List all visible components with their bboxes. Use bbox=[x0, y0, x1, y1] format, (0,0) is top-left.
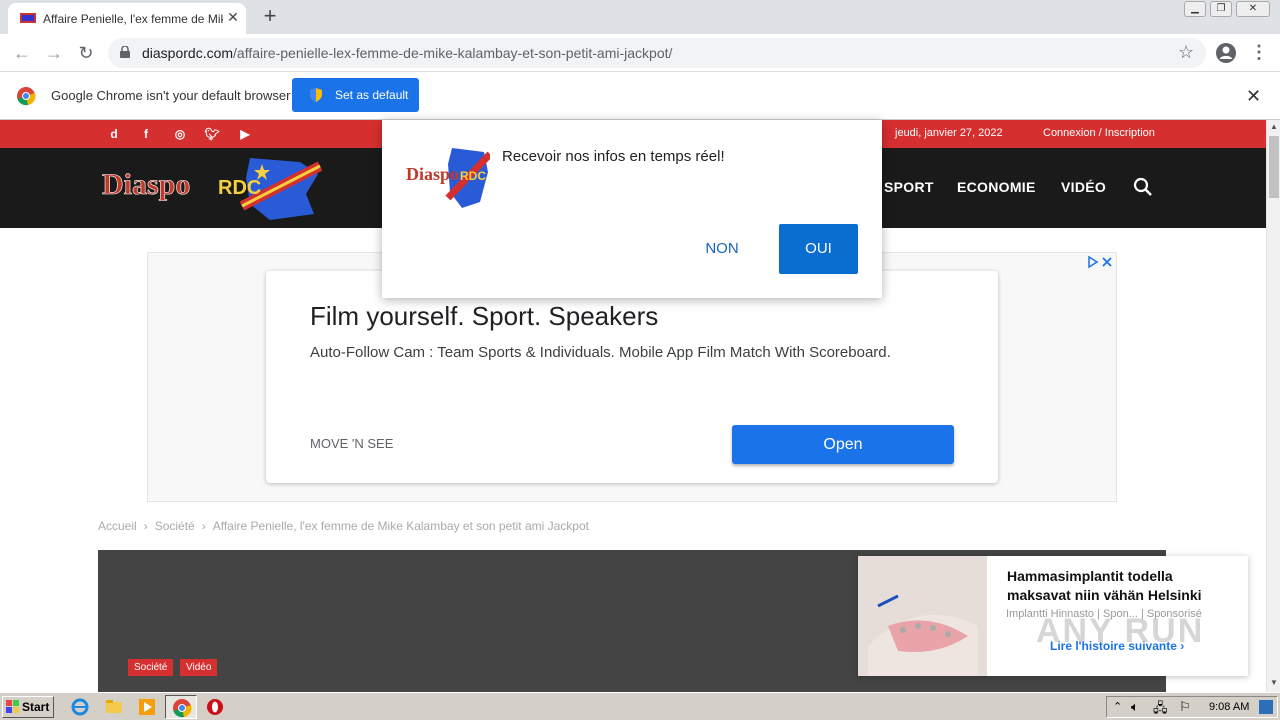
new-tab-button[interactable]: + bbox=[258, 5, 282, 29]
tab-close-icon[interactable]: ✕ bbox=[224, 8, 242, 26]
bookmark-star-icon[interactable]: ☆ bbox=[1178, 42, 1194, 63]
popup-message: Recevoir nos infos en temps réel! bbox=[502, 148, 725, 165]
flag-icon[interactable]: ⚐ bbox=[1179, 699, 1191, 715]
restore-button[interactable]: ❐ bbox=[1210, 1, 1232, 17]
popup-logo: Diaspo RDC bbox=[406, 148, 490, 208]
current-date: jeudi, janvier 27, 2022 bbox=[895, 127, 1003, 139]
ad-brand: MOVE 'N SEE bbox=[310, 436, 394, 451]
browser-tab[interactable]: Affaire Penielle, l'ex femme de Mike Kal… bbox=[8, 3, 246, 34]
tab-strip: Affaire Penielle, l'ex femme de Mike Kal… bbox=[0, 0, 1280, 34]
sponsored-title[interactable]: Hammasimplantit todella maksavat niin vä… bbox=[1007, 567, 1237, 605]
scroll-thumb[interactable] bbox=[1269, 136, 1279, 198]
youtube-icon[interactable]: ▶ bbox=[237, 126, 253, 142]
logo-rdc-text: RDC bbox=[218, 177, 261, 199]
volume-icon[interactable]: 🔈︎ bbox=[1131, 699, 1139, 715]
minimize-button[interactable]: ▁ bbox=[1184, 1, 1206, 17]
ie-icon[interactable] bbox=[70, 697, 90, 717]
tab-title: Affaire Penielle, l'ex femme de Mike Kal… bbox=[43, 12, 223, 26]
instagram-icon[interactable]: ◎ bbox=[172, 126, 188, 142]
window-close-button[interactable]: ✕ bbox=[1236, 1, 1270, 17]
start-button[interactable]: Start bbox=[2, 696, 54, 718]
twitter-icon[interactable]: 🐦︎ bbox=[204, 126, 220, 142]
ad-description: Auto-Follow Cam : Team Sports & Individu… bbox=[310, 344, 891, 361]
chrome-taskbar-icon bbox=[173, 699, 192, 718]
menu-kebab-icon[interactable]: ⋮ bbox=[1250, 42, 1268, 63]
back-icon[interactable]: ← bbox=[10, 41, 34, 65]
sponsored-image[interactable] bbox=[858, 556, 987, 676]
shield-icon bbox=[310, 88, 322, 102]
tray-expand-icon[interactable]: ⌃ bbox=[1113, 700, 1122, 713]
popup-yes-button[interactable]: OUI bbox=[779, 224, 858, 274]
push-notification-popup: Diaspo RDC Recevoir nos infos en temps r… bbox=[382, 120, 882, 298]
forward-icon[interactable]: → bbox=[42, 41, 66, 65]
category-badge-video[interactable]: Vidéo bbox=[180, 659, 218, 676]
favicon-icon bbox=[20, 13, 36, 23]
infobar-close-icon[interactable]: ✕ bbox=[1246, 86, 1261, 107]
url-text: diaspordc.com/affaire-penielle-lex-femme… bbox=[142, 45, 673, 61]
popup-no-button[interactable]: NON bbox=[692, 224, 752, 274]
set-default-label: Set as default bbox=[335, 88, 409, 102]
default-browser-infobar: Google Chrome isn't your default browser… bbox=[0, 72, 1280, 120]
system-tray: ⌃ 🔈︎ 🖧︎ ⚐ 9:08 AM bbox=[1106, 696, 1278, 718]
media-player-icon[interactable] bbox=[137, 697, 157, 717]
dailymotion-icon[interactable]: d bbox=[106, 126, 122, 142]
lock-icon bbox=[120, 46, 130, 58]
menu-economie[interactable]: ECONOMIE bbox=[957, 179, 1036, 195]
login-link[interactable]: Connexion / Inscription bbox=[1043, 127, 1155, 139]
svg-text:RDC: RDC bbox=[460, 169, 486, 183]
clock[interactable]: 9:08 AM bbox=[1209, 701, 1249, 713]
breadcrumb-current: Affaire Penielle, l'ex femme de Mike Kal… bbox=[212, 519, 589, 533]
ad-open-button[interactable]: Open bbox=[732, 425, 954, 464]
page-scrollbar[interactable]: ▲ ▼ bbox=[1266, 120, 1280, 692]
menu-video[interactable]: VIDÉO bbox=[1061, 179, 1106, 195]
opera-icon[interactable] bbox=[205, 697, 225, 717]
windows-logo-icon bbox=[6, 700, 19, 713]
scroll-down-icon[interactable]: ▼ bbox=[1270, 678, 1278, 687]
start-label: Start bbox=[22, 700, 50, 714]
infobar-message: Google Chrome isn't your default browser bbox=[51, 88, 291, 103]
breadcrumb-category[interactable]: Société bbox=[155, 519, 195, 533]
search-icon[interactable] bbox=[1133, 177, 1153, 197]
network-icon[interactable]: 🖧︎ bbox=[1153, 699, 1168, 721]
facebook-icon[interactable]: f bbox=[138, 126, 154, 142]
explorer-folder-icon[interactable] bbox=[104, 697, 124, 717]
breadcrumb: Accueil › Société › Affaire Penielle, l'ex f… bbox=[98, 519, 589, 533]
site-logo[interactable]: Diaspo RDC bbox=[100, 154, 322, 222]
breadcrumb-home[interactable]: Accueil bbox=[98, 519, 137, 533]
browser-toolbar: ← → ↻ diaspordc.com/affaire-penielle-lex… bbox=[0, 34, 1280, 72]
show-desktop-icon[interactable] bbox=[1259, 700, 1273, 714]
address-bar[interactable]: diaspordc.com/affaire-penielle-lex-femme… bbox=[108, 38, 1206, 68]
profile-icon[interactable] bbox=[1215, 42, 1237, 64]
reload-icon[interactable]: ↻ bbox=[74, 41, 98, 65]
ad-title[interactable]: Film yourself. Sport. Speakers bbox=[310, 301, 658, 332]
anyrun-watermark: ANY RUN bbox=[1036, 612, 1205, 650]
svg-text:Diaspo: Diaspo bbox=[406, 164, 459, 184]
taskbar-chrome-button[interactable] bbox=[165, 695, 197, 719]
ad-card[interactable]: Film yourself. Sport. Speakers Auto-Foll… bbox=[266, 271, 998, 483]
scroll-up-icon[interactable]: ▲ bbox=[1270, 122, 1278, 131]
adchoices-icon[interactable] bbox=[1086, 254, 1114, 270]
menu-sport[interactable]: SPORT bbox=[884, 179, 934, 195]
category-badge-societe[interactable]: Société bbox=[128, 659, 174, 676]
logo-text: Diaspo bbox=[102, 168, 190, 201]
windows-taskbar: Start ⌃ 🔈︎ 🖧︎ ⚐ 9:08 AM bbox=[0, 692, 1280, 720]
set-default-button[interactable]: Set as default bbox=[292, 78, 419, 112]
chrome-logo-icon bbox=[17, 87, 36, 106]
